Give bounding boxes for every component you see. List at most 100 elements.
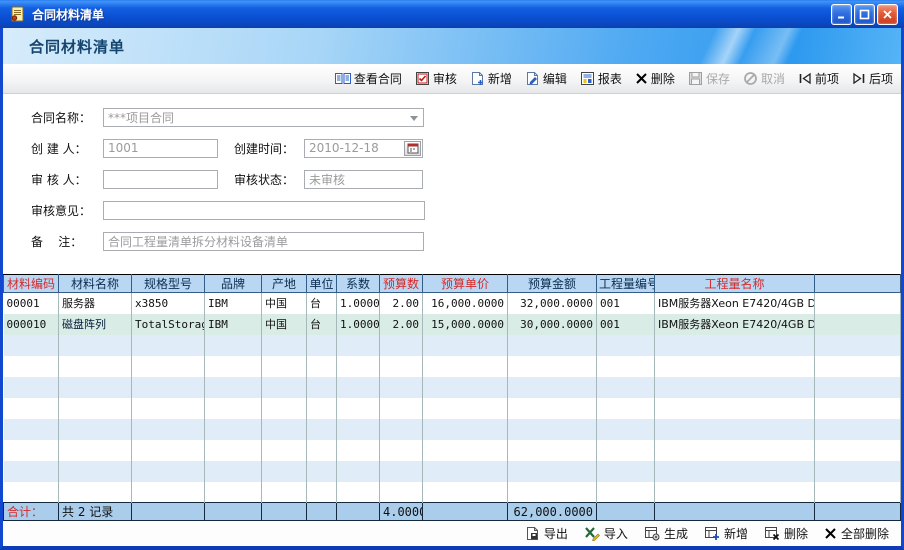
column-header[interactable]: 品牌 [205, 275, 262, 293]
cell-brand[interactable]: IBM [205, 293, 262, 314]
cell-unit[interactable]: 台 [307, 293, 337, 314]
audit-button[interactable]: 审核 [415, 70, 457, 87]
cell-unit[interactable]: 台 [307, 314, 337, 335]
cell-coefficient[interactable]: 1.0000 [337, 314, 380, 335]
cell-budget-qty[interactable]: 2.00 [380, 293, 423, 314]
column-header[interactable]: 系数 [337, 275, 380, 293]
column-header[interactable] [815, 275, 901, 293]
app-window: 合同材料清单 合同材料清单 查看 [0, 0, 904, 550]
generate-button[interactable]: 生成 [644, 525, 688, 542]
total-budget-qty: 4.0000 [380, 503, 423, 521]
cell-origin[interactable]: 中国 [262, 314, 307, 335]
column-header[interactable]: 预算金额 [508, 275, 597, 293]
column-header[interactable]: 工程量编号 [597, 275, 655, 293]
button-label: 编辑 [543, 70, 567, 87]
empty-row[interactable] [4, 461, 901, 482]
close-button[interactable] [877, 4, 898, 25]
cell-boq-code[interactable]: 001 [597, 293, 655, 314]
cell-material-code[interactable]: 00001 [4, 293, 59, 314]
page-title: 合同材料清单 [29, 36, 125, 57]
previous-icon [798, 72, 812, 85]
delete-all-button[interactable]: 全部删除 [824, 525, 889, 542]
column-header[interactable]: 材料名称 [59, 275, 132, 293]
save-button: 保存 [688, 70, 730, 87]
maximize-button[interactable] [854, 4, 875, 25]
title-bar: 合同材料清单 [0, 0, 904, 28]
note-field[interactable]: 合同工程量清单拆分材料设备清单 [103, 232, 424, 251]
cell-filler[interactable] [815, 314, 901, 335]
review-opinion-label: 审核意见： [31, 202, 103, 219]
cell-boq-name[interactable]: IBM服务器Xeon E7420/4GB DD [655, 293, 815, 314]
cell-spec-model[interactable]: x3850 [132, 293, 205, 314]
contract-name-select[interactable]: ***项目合同 [103, 108, 424, 127]
cell-budget-qty[interactable]: 2.00 [380, 314, 423, 335]
window-title: 合同材料清单 [32, 6, 104, 23]
button-label: 删除 [651, 70, 675, 87]
cell-origin[interactable]: 中国 [262, 293, 307, 314]
edit-icon [525, 71, 540, 86]
chevron-down-icon[interactable] [410, 116, 418, 121]
empty-row[interactable] [4, 398, 901, 419]
column-header[interactable]: 规格型号 [132, 275, 205, 293]
column-header[interactable]: 工程量名称 [655, 275, 815, 293]
column-header[interactable]: 材料编码 [4, 275, 59, 293]
button-label: 取消 [761, 70, 785, 87]
minimize-button[interactable] [831, 4, 852, 25]
next-button[interactable]: 后项 [852, 70, 893, 87]
cell-material-code[interactable]: 000010 [4, 314, 59, 335]
cell-budget-price[interactable]: 15,000.0000 [423, 314, 508, 335]
date-picker-button[interactable] [404, 141, 421, 156]
previous-button[interactable]: 前项 [798, 70, 839, 87]
close-icon [882, 9, 893, 20]
cell-coefficient[interactable]: 1.0000 [337, 293, 380, 314]
empty-row[interactable] [4, 440, 901, 461]
report-button[interactable]: 报表 [580, 70, 622, 87]
column-header[interactable]: 预算数 [380, 275, 423, 293]
contract-form: 合同名称： ***项目合同 创 建 人： 1001 创建时间： 2010-12-… [3, 94, 901, 274]
button-label: 导出 [544, 525, 568, 542]
table-row[interactable]: 00001 服务器 x3850 IBM 中国 台 1.0000 2.00 16,… [4, 293, 901, 314]
export-button[interactable]: 导出 [525, 525, 568, 542]
cell-filler[interactable] [815, 293, 901, 314]
review-opinion-field[interactable] [103, 201, 425, 220]
selected-cell-material-name[interactable]: 磁盘阵列 [59, 314, 132, 335]
review-status-field[interactable]: 未审核 [304, 170, 423, 189]
cell-brand[interactable]: IBM [205, 314, 262, 335]
save-icon [688, 71, 703, 86]
cell-budget-amount[interactable]: 30,000.0000 [508, 314, 597, 335]
next-icon [852, 72, 866, 85]
cell-material-name[interactable]: 服务器 [59, 293, 132, 314]
edit-button[interactable]: 编辑 [525, 70, 567, 87]
empty-row[interactable] [4, 419, 901, 440]
table-row[interactable]: 000010 磁盘阵列 TotalStorag IBM 中国 台 1.0000 … [4, 314, 901, 335]
add-new-icon [470, 71, 485, 86]
export-icon [525, 526, 540, 541]
delete-button[interactable]: 删除 [635, 70, 675, 87]
empty-row[interactable] [4, 356, 901, 377]
button-label: 导入 [604, 525, 628, 542]
column-header[interactable]: 预算单价 [423, 275, 508, 293]
cell-budget-amount[interactable]: 32,000.0000 [508, 293, 597, 314]
create-time-field[interactable]: 2010-12-18 [304, 139, 423, 158]
button-label: 全部删除 [841, 525, 889, 542]
total-row: 合计： 共 2 记录 4.0000 62,000.0000 [4, 503, 901, 521]
empty-row[interactable] [4, 482, 901, 503]
column-header[interactable]: 产地 [262, 275, 307, 293]
grid-delete-button[interactable]: 删除 [764, 525, 808, 542]
cell-boq-name[interactable]: IBM服务器Xeon E7420/4GB DD [655, 314, 815, 335]
maximize-icon [859, 9, 870, 20]
creator-label: 创 建 人： [31, 140, 103, 157]
cell-spec-model[interactable]: TotalStorag [132, 314, 205, 335]
add-new-button[interactable]: 新增 [470, 70, 512, 87]
reviewer-field[interactable] [103, 170, 218, 189]
cell-budget-price[interactable]: 16,000.0000 [423, 293, 508, 314]
import-button[interactable]: 导入 [584, 525, 628, 542]
creator-field[interactable]: 1001 [103, 139, 218, 158]
view-contract-button[interactable]: 查看合同 [335, 70, 402, 87]
cell-boq-code[interactable]: 001 [597, 314, 655, 335]
empty-row[interactable] [4, 335, 901, 356]
grid-add-button[interactable]: 新增 [704, 525, 748, 542]
total-label: 合计： [4, 503, 59, 521]
empty-row[interactable] [4, 377, 901, 398]
column-header[interactable]: 单位 [307, 275, 337, 293]
